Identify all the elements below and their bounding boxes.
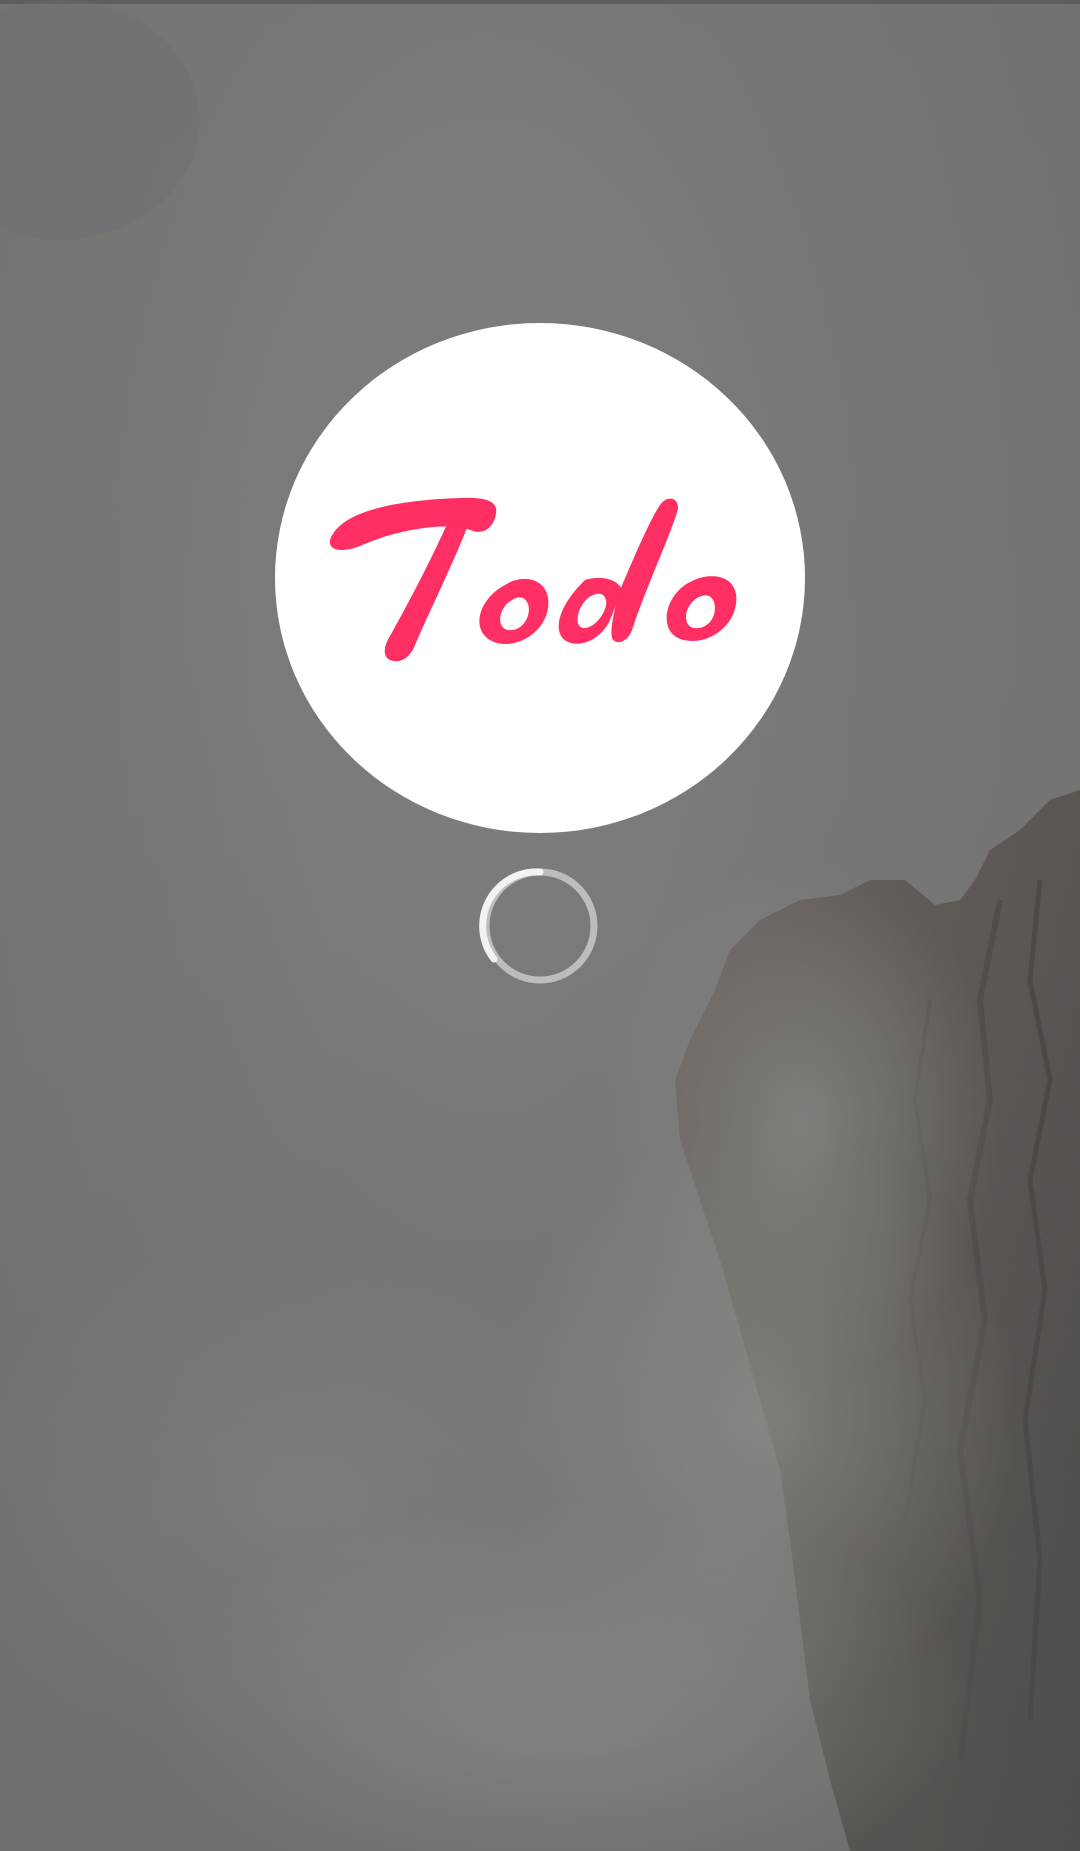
spinner-icon (479, 868, 598, 984)
splash-screen (0, 0, 1080, 1851)
todo-logo-wordmark (329, 497, 737, 662)
